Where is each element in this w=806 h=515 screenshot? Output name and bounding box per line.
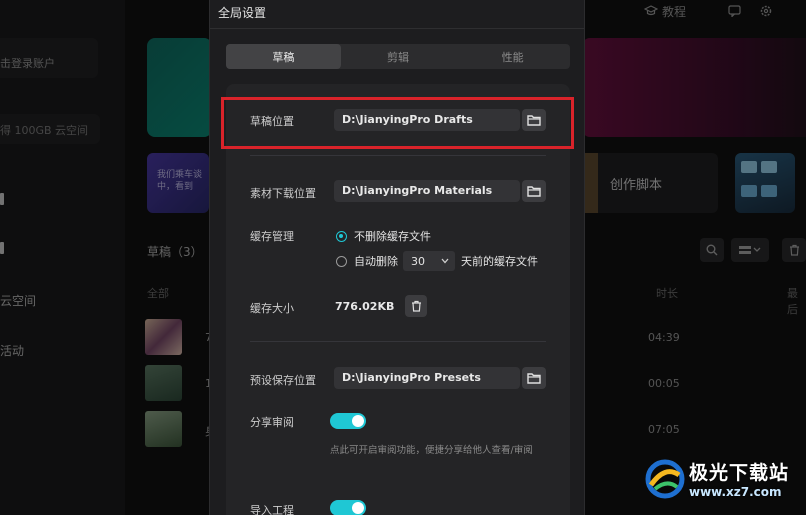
cache-keep-option[interactable]: 不删除缓存文件 (336, 228, 431, 244)
tab-editing[interactable]: 剪辑 (341, 44, 456, 69)
tab-drafts[interactable]: 草稿 (226, 44, 341, 69)
cache-auto-delete-suffix: 天前的缓存文件 (461, 255, 538, 268)
watermark-cn: 极光下载站 (689, 462, 790, 484)
folder-icon (527, 373, 541, 384)
global-settings-dialog: 全局设置 草稿 剪辑 性能 草稿位置 D:\JianyingPro Drafts… (209, 0, 585, 515)
share-review-toggle[interactable] (330, 413, 366, 429)
section-divider (250, 341, 546, 342)
folder-icon (527, 186, 541, 197)
cache-days-select[interactable]: 30 (403, 251, 455, 271)
cache-management-label: 缓存管理 (250, 230, 294, 243)
preset-location-browse-button[interactable] (522, 367, 546, 389)
cache-auto-delete-prefix: 自动删除 (354, 255, 398, 268)
import-project-label: 导入工程 (250, 504, 294, 515)
import-project-toggle[interactable] (330, 500, 366, 515)
preset-location-label: 预设保存位置 (250, 374, 316, 387)
title-divider (210, 28, 584, 29)
chevron-down-icon (441, 258, 449, 264)
cache-keep-label: 不删除缓存文件 (354, 230, 431, 243)
watermark-text: 极光下载站 www.xz7.com (689, 458, 789, 499)
material-download-browse-button[interactable] (522, 180, 546, 202)
dialog-title: 全局设置 (218, 6, 267, 20)
share-review-label: 分享审阅 (250, 416, 294, 429)
trash-icon (411, 300, 421, 312)
material-download-label: 素材下载位置 (250, 187, 316, 200)
material-download-field[interactable]: D:\JianyingPro Materials (334, 180, 520, 202)
cache-days-value: 30 (411, 254, 425, 268)
cache-size-value: 776.02KB (335, 300, 395, 313)
section-divider (250, 155, 546, 156)
cache-keep-radio[interactable] (336, 230, 347, 242)
cache-auto-delete-option[interactable]: 自动删除 30 天前的缓存文件 (336, 251, 538, 271)
cache-size-label: 缓存大小 (250, 302, 294, 315)
clear-cache-button[interactable] (405, 295, 427, 317)
site-watermark: 极光下载站 www.xz7.com (645, 458, 789, 499)
preset-location-field[interactable]: D:\JianyingPro Presets (334, 367, 520, 389)
cache-auto-delete-radio[interactable] (336, 255, 347, 267)
annotation-highlight-box (221, 97, 574, 149)
watermark-url: www.xz7.com (689, 485, 782, 499)
swirl-logo-icon (645, 459, 685, 499)
settings-tabs: 草稿 剪辑 性能 (226, 44, 570, 69)
tab-performance[interactable]: 性能 (455, 44, 570, 69)
share-review-hint: 点此可开启审阅功能，便捷分享给他人查看/审阅 (330, 445, 533, 456)
